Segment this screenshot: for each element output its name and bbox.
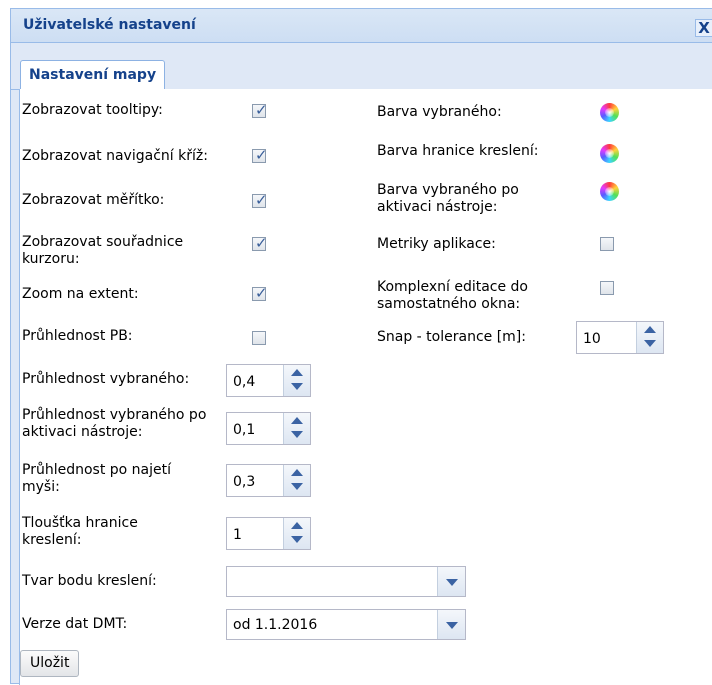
spinner-up-icon[interactable] <box>644 326 656 333</box>
snap-tolerance-stepper[interactable]: 10 <box>576 321 664 354</box>
show-scale-label: Zobrazovat měřítko: <box>22 192 165 208</box>
show-nav-cross-label: Zobrazovat navigační kříž: <box>22 148 208 164</box>
spinner-up-icon[interactable] <box>291 522 303 529</box>
zoom-to-extent-checkbox[interactable]: ✓ <box>252 284 268 302</box>
chevron-down-icon[interactable] <box>437 610 465 639</box>
save-button[interactable]: Uložit <box>20 650 80 677</box>
spinner-down-icon[interactable] <box>291 536 303 543</box>
window-title: Uživatelské nastavení <box>23 17 196 33</box>
complex-editing-checkbox[interactable] <box>600 281 614 295</box>
transparency-selected-tool-label: Průhlednost vybraného po aktivaci nástro… <box>22 407 207 440</box>
transparency-selected-value: 0,4 <box>233 374 256 390</box>
spinner-down-icon[interactable] <box>291 483 303 490</box>
draw-point-shape-label: Tvar bodu kreslení: <box>22 573 157 589</box>
dmt-version-value: od 1.1.2016 <box>233 617 318 633</box>
spinner-down-icon[interactable] <box>644 340 656 347</box>
complex-editing-label: Komplexní editace do samostatného okna: <box>377 279 528 312</box>
color-picker-icon[interactable] <box>600 144 619 163</box>
transparency-selected-tool-value: 0,1 <box>233 422 256 438</box>
tab-strip: Nastavení mapy <box>11 43 712 90</box>
app-metrics-label: Metriky aplikace: <box>377 236 496 252</box>
spinner-buttons[interactable] <box>283 518 310 549</box>
spinner-buttons[interactable] <box>283 413 310 444</box>
spinner-down-icon[interactable] <box>291 431 303 438</box>
spinner-buttons[interactable] <box>283 365 310 396</box>
transparency-hover-value: 0,3 <box>233 474 256 490</box>
settings-window: Uživatelské nastavení X Nastavení mapy Z… <box>10 8 712 685</box>
chevron-down-icon[interactable] <box>437 567 465 596</box>
app-metrics-checkbox[interactable] <box>600 237 614 251</box>
show-scale-checkbox[interactable]: ✓ <box>252 191 268 209</box>
transparency-pb-label: Průhlednost PB: <box>22 328 133 344</box>
draw-point-shape-select[interactable] <box>226 566 466 597</box>
snap-tolerance-label: Snap - tolerance [m]: <box>377 329 526 345</box>
selected-color-label: Barva vybraného: <box>377 104 502 120</box>
draw-border-width-value: 1 <box>233 527 242 543</box>
map-settings-panel: Zobrazovat tooltipy: ✓ Zobrazovat naviga… <box>19 89 712 685</box>
spinner-up-icon[interactable] <box>291 369 303 376</box>
spinner-buttons[interactable] <box>636 322 663 353</box>
zoom-to-extent-label: Zoom na extent: <box>22 286 139 302</box>
selected-color-tool-label: Barva vybraného po aktivaci nástroje: <box>377 182 519 215</box>
draw-border-width-label: Tloušťka hranice kreslení: <box>22 515 138 548</box>
transparency-selected-stepper[interactable]: 0,4 <box>226 364 311 397</box>
spinner-up-icon[interactable] <box>291 469 303 476</box>
show-tooltips-label: Zobrazovat tooltipy: <box>22 102 163 118</box>
dmt-version-select[interactable]: od 1.1.2016 <box>226 609 466 640</box>
show-nav-cross-checkbox[interactable]: ✓ <box>252 146 268 164</box>
window-titlebar: Uživatelské nastavení X <box>11 9 712 43</box>
transparency-selected-tool-stepper[interactable]: 0,1 <box>226 412 311 445</box>
transparency-hover-label: Průhlednost po najetí myši: <box>22 462 171 495</box>
transparency-selected-label: Průhlednost vybraného: <box>22 371 190 387</box>
transparency-pb-checkbox[interactable] <box>252 331 266 345</box>
spinner-down-icon[interactable] <box>291 383 303 390</box>
transparency-hover-stepper[interactable]: 0,3 <box>226 464 311 497</box>
draw-border-width-stepper[interactable]: 1 <box>226 517 311 550</box>
spinner-up-icon[interactable] <box>291 417 303 424</box>
dmt-version-label: Verze dat DMT: <box>22 616 128 632</box>
tab-map-settings[interactable]: Nastavení mapy <box>20 60 166 89</box>
show-cursor-coords-checkbox[interactable]: ✓ <box>252 234 268 252</box>
spinner-buttons[interactable] <box>283 465 310 496</box>
close-button[interactable]: X <box>695 19 712 37</box>
color-picker-icon[interactable] <box>600 182 619 201</box>
snap-tolerance-value: 10 <box>583 331 601 347</box>
show-tooltips-checkbox[interactable]: ✓ <box>252 101 268 119</box>
draw-border-color-label: Barva hranice kreslení: <box>377 143 539 159</box>
color-picker-icon[interactable] <box>600 103 619 122</box>
show-cursor-coords-label: Zobrazovat souřadnice kurzoru: <box>22 234 184 267</box>
